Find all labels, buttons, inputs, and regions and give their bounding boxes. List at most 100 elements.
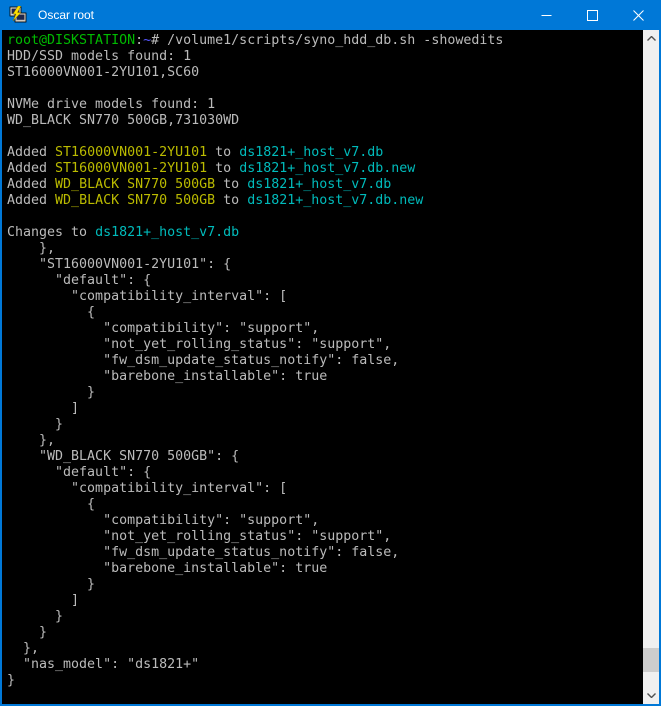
terminal-text-segment: "barebone_installable": true xyxy=(7,561,327,576)
close-button[interactable] xyxy=(615,0,661,30)
terminal-text-segment: "ST16000VN001-2YU101": { xyxy=(7,257,231,272)
terminal-line: "WD_BLACK SN770 500GB": { xyxy=(7,449,643,465)
terminal-line: "barebone_installable": true xyxy=(7,561,643,577)
terminal-line: Added WD_BLACK SN770 500GB to ds1821+_ho… xyxy=(7,193,643,209)
terminal-text-segment: WD_BLACK SN770 500GB xyxy=(55,177,215,192)
terminal-line: "default": { xyxy=(7,465,643,481)
putty-icon xyxy=(9,6,27,24)
terminal-line: } xyxy=(7,385,643,401)
terminal-text-segment: WD_BLACK SN770 500GB,731030WD xyxy=(7,113,239,128)
terminal-text-segment: ST16000VN001-2YU101 xyxy=(55,161,207,176)
terminal-text-segment: ds1821+_host_v7.db.new xyxy=(239,161,415,176)
chevron-down-icon xyxy=(647,693,656,698)
terminal-text-segment: "barebone_installable": true xyxy=(7,369,327,384)
terminal-line: ] xyxy=(7,401,643,417)
terminal-text-segment: { xyxy=(7,305,95,320)
terminal-line: "compatibility": "support", xyxy=(7,321,643,337)
terminal-text-segment: { xyxy=(7,497,95,512)
terminal-line: "barebone_installable": true xyxy=(7,369,643,385)
terminal-line: Added ST16000VN001-2YU101 to ds1821+_hos… xyxy=(7,145,643,161)
terminal-line: }, xyxy=(7,241,643,257)
terminal-text-segment: to xyxy=(207,145,239,160)
terminal-text-segment: to xyxy=(215,193,247,208)
terminal-line: ST16000VN001-2YU101,SC60 xyxy=(7,65,643,81)
terminal-text-segment: : xyxy=(135,33,143,48)
terminal-line: "ST16000VN001-2YU101": { xyxy=(7,257,643,273)
terminal-text-segment: "not_yet_rolling_status": "support", xyxy=(7,337,391,352)
window-title: Oscar root xyxy=(38,8,94,22)
terminal-line: ] xyxy=(7,593,643,609)
terminal-line: "fw_dsm_update_status_notify": false, xyxy=(7,545,643,561)
terminal-line xyxy=(7,129,643,145)
terminal-line: }, xyxy=(7,641,643,657)
terminal-line: "compatibility_interval": [ xyxy=(7,481,643,497)
terminal-text-segment: } xyxy=(7,385,95,400)
terminal-text-segment: ds1821+_host_v7.db.new xyxy=(247,193,423,208)
terminal-line: "not_yet_rolling_status": "support", xyxy=(7,337,643,353)
terminal-line: Changes to ds1821+_host_v7.db xyxy=(7,225,643,241)
terminal-text-segment: ST16000VN001-2YU101 xyxy=(55,145,207,160)
terminal-text-segment: } xyxy=(7,577,95,592)
terminal-line: "nas_model": "ds1821+" xyxy=(7,657,643,673)
terminal-text-segment: root@DISKSTATION xyxy=(7,33,135,48)
terminal-text-segment: HDD/SSD models found: 1 xyxy=(7,49,191,64)
terminal-line: { xyxy=(7,497,643,513)
terminal-text-segment: "nas_model": "ds1821+" xyxy=(7,657,199,672)
terminal-line: "compatibility_interval": [ xyxy=(7,289,643,305)
terminal-text-segment: } xyxy=(7,625,47,640)
minimize-icon xyxy=(541,10,552,21)
terminal-text-segment: "compatibility": "support", xyxy=(7,321,319,336)
terminal-text-segment: Changes to xyxy=(7,225,95,240)
terminal-text-segment: }, xyxy=(7,641,39,656)
terminal-line: "fw_dsm_update_status_notify": false, xyxy=(7,353,643,369)
titlebar[interactable]: Oscar root xyxy=(0,0,661,30)
terminal-text-segment: ds1821+_host_v7.db xyxy=(95,225,239,240)
terminal-text-segment: } xyxy=(7,609,63,624)
terminal-text-segment: }, xyxy=(7,433,55,448)
terminal-text-segment: "WD_BLACK SN770 500GB": { xyxy=(7,449,239,464)
terminal-line: } xyxy=(7,609,643,625)
terminal-text-segment: "compatibility": "support", xyxy=(7,513,319,528)
terminal-text-segment: # /volume1/scripts/syno_hdd_db.sh -showe… xyxy=(151,33,503,48)
minimize-button[interactable] xyxy=(523,0,569,30)
terminal-line xyxy=(7,81,643,97)
scrollbar[interactable] xyxy=(643,30,659,704)
scroll-up-button[interactable] xyxy=(643,30,659,47)
terminal-text-segment: Added xyxy=(7,177,55,192)
scrollbar-thumb[interactable] xyxy=(643,648,659,672)
terminal-text-segment: to xyxy=(207,161,239,176)
putty-window: Oscar root root@DISKSTATION:~# /volume1/… xyxy=(0,0,661,706)
terminal-line xyxy=(7,209,643,225)
terminal-line: } xyxy=(7,673,643,689)
terminal-text-segment: ds1821+_host_v7.db xyxy=(239,145,383,160)
terminal-line: root@DISKSTATION:~# /volume1/scripts/syn… xyxy=(7,33,643,49)
terminal-text-segment: WD_BLACK SN770 500GB xyxy=(55,193,215,208)
maximize-icon xyxy=(587,10,598,21)
maximize-button[interactable] xyxy=(569,0,615,30)
terminal-text-segment: NVMe drive models found: 1 xyxy=(7,97,215,112)
terminal-text-segment: ds1821+_host_v7.db xyxy=(247,177,391,192)
terminal-text-segment: Added xyxy=(7,193,55,208)
terminal-line: Added WD_BLACK SN770 500GB to ds1821+_ho… xyxy=(7,177,643,193)
terminal-output[interactable]: root@DISKSTATION:~# /volume1/scripts/syn… xyxy=(2,30,643,704)
scroll-down-button[interactable] xyxy=(643,687,659,704)
terminal-text-segment: "fw_dsm_update_status_notify": false, xyxy=(7,545,399,560)
terminal-text-segment: "not_yet_rolling_status": "support", xyxy=(7,529,391,544)
terminal-text-segment: "compatibility_interval": [ xyxy=(7,289,287,304)
terminal-text-segment: ~ xyxy=(143,33,151,48)
terminal-line: { xyxy=(7,305,643,321)
terminal-line: }, xyxy=(7,433,643,449)
window-body: root@DISKSTATION:~# /volume1/scripts/syn… xyxy=(2,30,659,704)
chevron-up-icon xyxy=(647,36,656,41)
terminal-line: } xyxy=(7,417,643,433)
terminal-line: HDD/SSD models found: 1 xyxy=(7,49,643,65)
terminal-line: "not_yet_rolling_status": "support", xyxy=(7,529,643,545)
terminal-line: NVMe drive models found: 1 xyxy=(7,97,643,113)
terminal-line: Added ST16000VN001-2YU101 to ds1821+_hos… xyxy=(7,161,643,177)
terminal-text-segment: to xyxy=(215,177,247,192)
terminal-line: "default": { xyxy=(7,273,643,289)
terminal-text-segment: Added xyxy=(7,161,55,176)
terminal-text-segment: } xyxy=(7,673,15,688)
terminal-text-segment: "compatibility_interval": [ xyxy=(7,481,287,496)
close-icon xyxy=(633,10,644,21)
